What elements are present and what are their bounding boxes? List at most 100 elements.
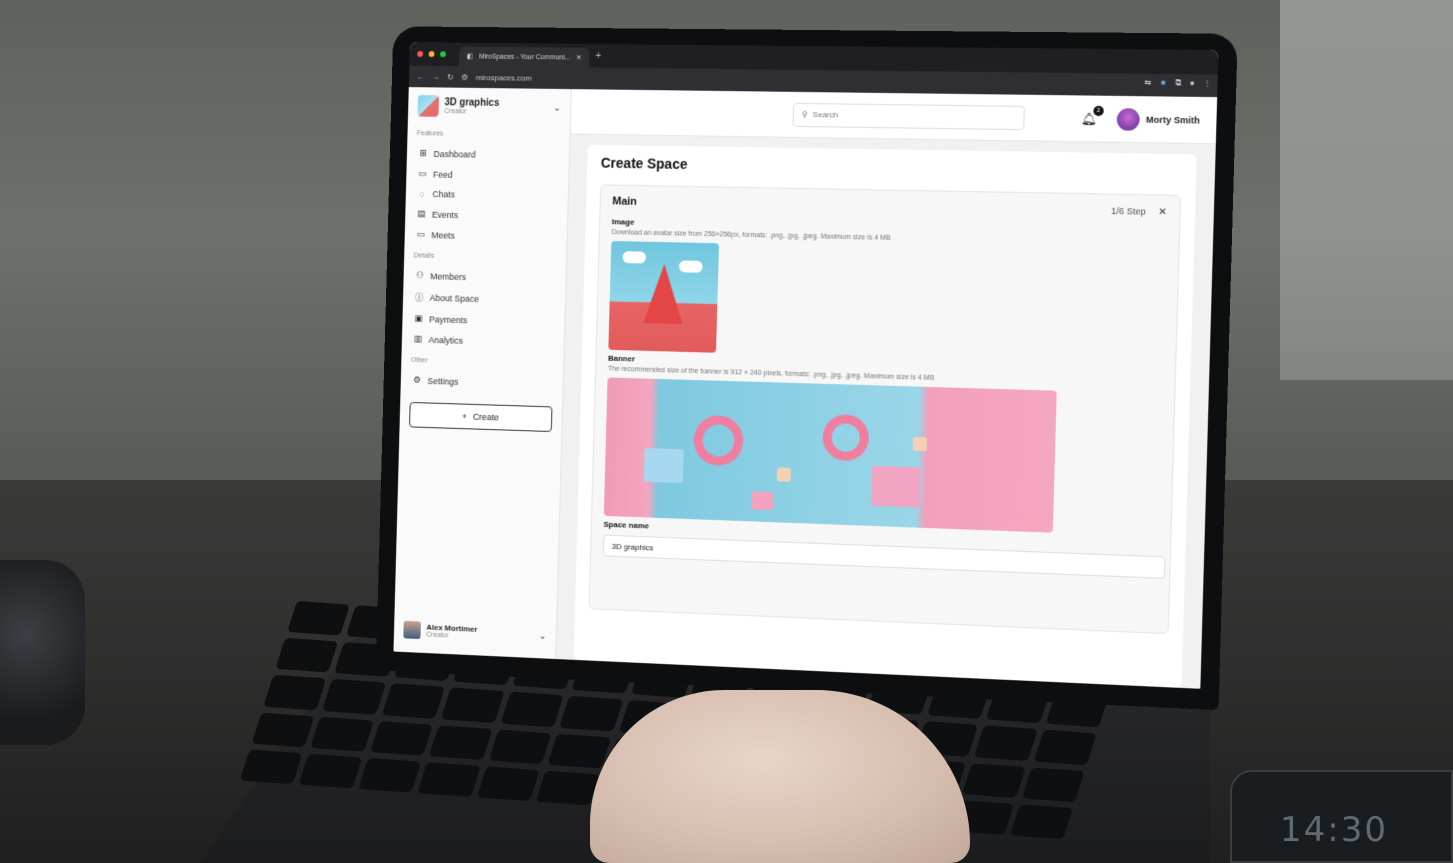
sidebar-item-meets[interactable]: ▭ Meets — [414, 224, 557, 248]
laptop-lid: ◧ MiroSpaces - Your Communi... ✕ + ← → ↻… — [375, 26, 1238, 711]
search-placeholder: Search — [812, 110, 839, 120]
chevron-down-icon[interactable]: ⌄ — [553, 102, 561, 113]
key — [488, 729, 552, 765]
key — [1033, 729, 1097, 765]
key — [369, 720, 434, 756]
banner-image-upload[interactable] — [603, 377, 1057, 533]
space-role: Creator — [444, 108, 467, 116]
gear-icon: ⚙ — [413, 374, 421, 385]
ring-shape — [693, 414, 744, 467]
minimize-window-dot[interactable] — [428, 51, 435, 58]
sidebar-item-dashboard[interactable]: ⊞ Dashboard — [416, 143, 559, 166]
browser-tab[interactable]: ◧ MiroSpaces - Your Communi... ✕ — [458, 46, 590, 68]
info-icon: ⓘ — [414, 292, 424, 303]
sidebar-item-label: Feed — [432, 169, 453, 180]
sidebar-item-label: Dashboard — [433, 148, 476, 160]
top-bar: ⚲ Search 🔔︎ 2 Morty Smith — [570, 89, 1218, 145]
key — [417, 762, 481, 797]
new-tab-icon[interactable]: + — [595, 50, 601, 61]
page-title: Create Space — [600, 154, 688, 173]
sidebar-item-events[interactable]: ▤ Events — [415, 204, 558, 227]
create-button[interactable]: + Create — [409, 401, 553, 433]
key — [298, 753, 363, 789]
cube-shape — [870, 465, 921, 508]
profile-menu[interactable]: Morty Smith — [1116, 107, 1201, 132]
key — [429, 724, 493, 760]
maximize-window-dot[interactable] — [440, 51, 446, 58]
key — [500, 691, 564, 727]
avatar — [403, 620, 421, 640]
key — [358, 757, 422, 793]
section-label-features: Features — [416, 130, 444, 138]
key — [1009, 804, 1073, 840]
cube-shape — [776, 467, 792, 482]
back-icon[interactable]: ← — [417, 72, 425, 81]
section-title: Main — [612, 195, 637, 208]
cube-shape — [912, 436, 928, 452]
notification-badge: 2 — [1093, 105, 1104, 116]
sidebar-item-analytics[interactable]: ▥ Analytics — [411, 329, 554, 354]
tab-close-icon[interactable]: ✕ — [576, 54, 582, 62]
create-space-panel: Create Space Main 1/6 Step ✕ Image Downl… — [573, 144, 1197, 688]
notifications-button[interactable]: 🔔︎ 2 — [1080, 105, 1104, 126]
translate-icon[interactable]: ⇆ — [1144, 78, 1151, 88]
main-section-card: Main 1/6 Step ✕ Image Download an avatar… — [588, 184, 1182, 635]
video-icon: ▭ — [416, 229, 426, 239]
close-window-dot[interactable] — [417, 50, 424, 57]
chevron-down-icon[interactable]: ⌄ — [539, 630, 547, 641]
key — [535, 770, 600, 806]
site-info-icon[interactable]: ⚙ — [461, 73, 468, 82]
laptop-screen: ◧ MiroSpaces - Your Communi... ✕ + ← → ↻… — [393, 42, 1219, 689]
sidebar-item-label: Events — [431, 209, 459, 220]
extensions-icon[interactable]: ⧉ — [1175, 78, 1181, 88]
reload-icon[interactable]: ↻ — [447, 72, 454, 81]
sidebar-item-label: Meets — [431, 229, 455, 241]
sidebar-item-label: Members — [430, 270, 467, 282]
browser-menu-icon[interactable]: ⋮ — [1203, 79, 1212, 89]
forward-icon[interactable]: → — [432, 72, 440, 81]
sidebar-item-feed[interactable]: ▭ Feed — [416, 163, 559, 186]
key — [381, 683, 446, 719]
key — [476, 766, 540, 802]
space-name: 3D graphics — [444, 97, 500, 109]
create-button-label: Create — [472, 411, 499, 423]
chat-icon: ◌ — [419, 188, 425, 199]
smartphone: 14:30 — [1230, 770, 1453, 863]
sidebar-item-label: Settings — [427, 375, 459, 387]
sidebar: 3D graphics Creator ⌄ Features ⊞ Dashboar… — [393, 87, 572, 660]
step-indicator: 1/6 Step — [1111, 205, 1147, 217]
key — [275, 638, 339, 673]
address-bar[interactable]: mirospaces.com — [476, 73, 532, 83]
sidebar-item-chats[interactable]: ◌ Chats — [415, 184, 558, 206]
close-icon[interactable]: ✕ — [1158, 206, 1167, 217]
star-icon[interactable]: ★ — [1159, 78, 1167, 88]
ring-shape — [822, 413, 870, 462]
key — [974, 725, 1038, 761]
key — [263, 675, 327, 711]
main-content: ⚲ Search 🔔︎ 2 Morty Smith Create Space M… — [556, 89, 1218, 689]
key — [239, 749, 303, 785]
grid-icon: ⊞ — [419, 147, 427, 158]
earbuds-case — [0, 560, 85, 745]
space-switcher[interactable]: 3D graphics Creator ⌄ — [417, 95, 561, 119]
key — [322, 679, 386, 715]
profile-name: Morty Smith — [1145, 114, 1200, 126]
plus-icon: + — [462, 411, 468, 422]
browser-extensions: ⇆ ★ ⧉ ● ⋮ — [1144, 78, 1211, 89]
key — [287, 600, 351, 636]
current-user[interactable]: Alex Mortimer Creator ⌄ — [403, 620, 547, 645]
analytics-icon: ▥ — [413, 333, 423, 344]
background-window — [1280, 0, 1453, 380]
card-icon: ▣ — [414, 313, 423, 324]
key — [310, 716, 375, 752]
phone-clock: 14:30 — [1280, 810, 1388, 850]
sidebar-item-label: About Space — [429, 292, 480, 304]
cube-shape — [643, 447, 684, 484]
key — [547, 733, 611, 769]
profile-icon[interactable]: ● — [1189, 78, 1194, 88]
avatar-image-upload[interactable] — [608, 241, 720, 353]
favicon-icon: ◧ — [466, 53, 474, 61]
search-input[interactable]: ⚲ Search — [792, 102, 1025, 130]
sidebar-item-settings[interactable]: ⚙ Settings — [410, 370, 553, 395]
feed-icon: ▭ — [418, 168, 427, 179]
